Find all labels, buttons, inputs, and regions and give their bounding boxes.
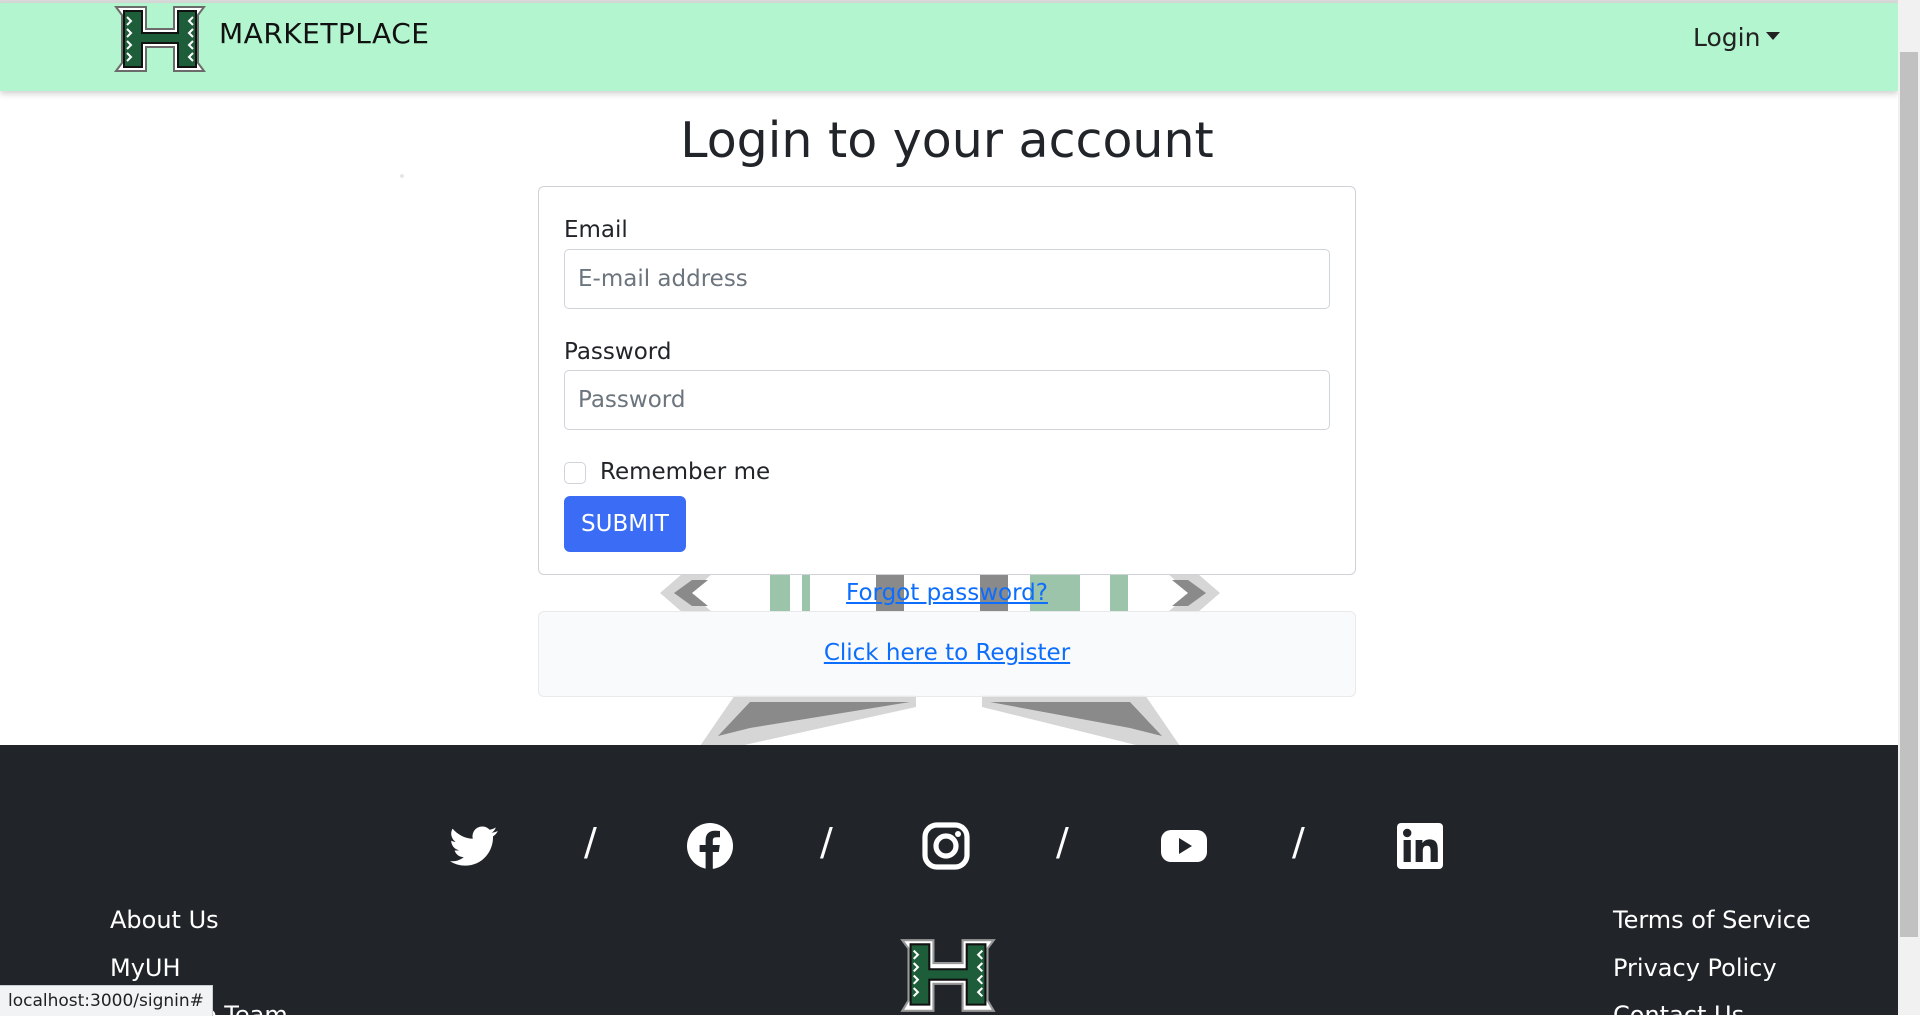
footer-link-privacy[interactable]: Privacy Policy [1613, 954, 1777, 982]
decorative-dot [400, 174, 404, 178]
scrollbar-thumb[interactable] [1900, 52, 1918, 937]
social-separator: / [1056, 820, 1069, 864]
login-dropdown[interactable]: Login [1693, 23, 1781, 52]
page-title: Login to your account [680, 112, 1214, 169]
uh-logo-icon[interactable] [112, 3, 208, 75]
register-link[interactable]: Click here to Register [539, 640, 1355, 666]
remember-me-label[interactable]: Remember me [600, 459, 770, 485]
footer-link-contact-us[interactable]: Contact Us [1613, 1001, 1744, 1029]
social-separator: / [820, 820, 833, 864]
footer-uh-logo-icon [900, 939, 996, 1012]
social-separator: / [584, 820, 597, 864]
password-label: Password [564, 339, 672, 365]
caret-down-icon [1766, 32, 1781, 40]
email-field[interactable] [564, 249, 1330, 309]
footer-link-terms[interactable]: Terms of Service [1613, 906, 1811, 934]
instagram-icon[interactable] [922, 822, 970, 870]
social-separator: / [1292, 820, 1305, 864]
submit-button[interactable]: SUBMIT [564, 496, 686, 552]
login-card: Email Password Remember me SUBMIT [538, 186, 1356, 575]
forgot-password-link[interactable]: Forgot password? [538, 580, 1356, 606]
youtube-icon[interactable] [1160, 822, 1208, 870]
facebook-icon[interactable] [686, 822, 734, 870]
twitter-icon[interactable] [450, 822, 498, 870]
footer-link-about-us[interactable]: About Us [110, 906, 219, 934]
linkedin-icon[interactable] [1396, 822, 1444, 870]
register-panel: Click here to Register [538, 611, 1356, 697]
brand-title[interactable]: MARKETPLACE [219, 17, 429, 50]
browser-status-url: localhost:3000/signin# [0, 985, 213, 1016]
login-dropdown-label: Login [1693, 23, 1761, 52]
footer-link-myuh[interactable]: MyUH [110, 954, 181, 982]
remember-me-checkbox[interactable] [564, 462, 586, 484]
navbar: MARKETPLACE Login [0, 3, 1898, 91]
email-label: Email [564, 217, 628, 243]
password-field[interactable] [564, 370, 1330, 430]
